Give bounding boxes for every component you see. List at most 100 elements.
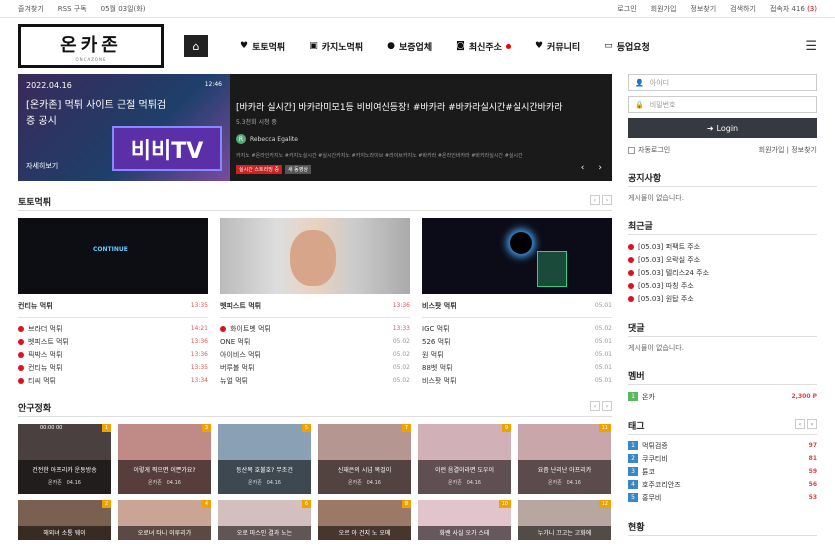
slide-info: [바카라 실시간] 바카라미모1등 비비여신등장! #바카라 #바카라실시간#실… (230, 74, 612, 181)
rss-link[interactable]: RSS 구독 (58, 4, 87, 14)
list-item[interactable]: [05.03] 원탑 주소 (628, 292, 817, 305)
id-field[interactable]: 👤 아이디 (628, 74, 817, 91)
join-link[interactable]: 회원가입 (759, 146, 785, 154)
new-dot (18, 351, 24, 358)
members-header: 멤버 (628, 369, 817, 385)
gallery-item[interactable]: 7 신재은의 시넘 목걸이 온카존 04.16 (318, 424, 411, 494)
gallery-item[interactable]: 11 요즘 난리난 아프리카 온카존 04.16 (518, 424, 611, 494)
camera-icon: ◙ (456, 41, 465, 51)
list-item[interactable]: [05.03] 오락실 주소 (628, 253, 817, 266)
menu-icon[interactable]: ☰ (805, 39, 817, 54)
featured-slider: 2022.04.16 12:46 [온카존] 먹튀 사이트 근절 먹튀검증 공시… (18, 74, 612, 181)
site-logo[interactable]: 온카존 ONCAZONE (18, 24, 164, 68)
list-item[interactable]: 화이트벳 먹튀 13:33 (220, 322, 410, 335)
item-number-badge: 12 (598, 500, 611, 508)
gallery-item[interactable]: 10 화밴 사실 오가 스테 (418, 500, 511, 540)
nav-casino[interactable]: ▣ 카지노먹튀 (297, 40, 375, 53)
card-title[interactable]: 비스팟 먹튀 (422, 301, 457, 311)
new-dot (628, 282, 634, 289)
list-item[interactable]: [05.03] 퍼팩트 주소 (628, 240, 817, 253)
visitor-counter[interactable]: 접속자 416 (3) (770, 4, 817, 14)
list-item[interactable]: 버루볼 먹튀 05.02 (220, 361, 410, 374)
list-item[interactable]: 88벳 먹튀 05.01 (422, 361, 612, 374)
list-item[interactable]: 벳피스트 먹튀 13:36 (18, 335, 208, 348)
new-dot (18, 325, 24, 332)
tag-row[interactable]: 5 홍무비 53 (628, 491, 817, 504)
join-link[interactable]: 회원가입 (651, 4, 677, 14)
gallery-item[interactable]: 5 등산복 호불호? 무조건 온카존 04.16 (218, 424, 311, 494)
find-info-link[interactable]: 정보찾기 (690, 4, 716, 14)
gallery-row: 1 00:00 00 건전한 아프리카 운동방송 온카존 04.16 3 이렇게 찍으면 … (18, 424, 612, 494)
card-thumbnail[interactable] (220, 218, 410, 294)
tag-row[interactable]: 3 튠코 59 (628, 465, 817, 478)
chevron-left-icon[interactable]: ‹ (590, 401, 600, 411)
list-item[interactable]: 526 먹튀 05.01 (422, 335, 612, 348)
list-item[interactable]: 비스팟 먹튀 05.01 (422, 374, 612, 387)
list-item[interactable]: IGC 먹튀 05.02 (422, 322, 612, 335)
toto-card: CONTINUE 컨티뉴 먹튀 13:35 브라더 먹튀 14:21 벳피스트 먹튀… (18, 218, 208, 387)
item-title: 신재은의 시넘 목걸이 (337, 467, 392, 474)
new-dot (628, 269, 634, 276)
list-item[interactable]: 픽박스 먹튀 13:36 (18, 348, 208, 361)
nav-community[interactable]: ♥ 커뮤니티 (523, 40, 592, 53)
chevron-right-icon[interactable]: › (807, 419, 817, 429)
avatar: R (236, 134, 246, 144)
gallery-item[interactable]: 6 오로 마스인 결과 노는 (218, 500, 311, 540)
image-icon: ▣ (309, 41, 318, 51)
login-link[interactable]: 로그인 (617, 4, 636, 14)
list-item[interactable]: 컨티뉴 먹튀 13:35 (18, 361, 208, 374)
item-title: 해외녀 소통 웨이 (43, 530, 86, 537)
card-thumbnail[interactable] (422, 218, 612, 294)
tag-row[interactable]: 4 호주코리안즈 56 (628, 478, 817, 491)
password-field[interactable]: 🔒 비밀번호 (628, 96, 817, 113)
chevron-left-icon[interactable]: ‹ (581, 163, 585, 173)
slide-title[interactable]: [바카라 실시간] 바카라미모1등 비비여신등장! #바카라 #바카라실시간#실… (236, 100, 600, 113)
today-date: 05월 03일(화) (100, 4, 146, 13)
member-row[interactable]: 1 온카 2,300 P (628, 390, 817, 403)
card-title[interactable]: 컨티뉴 먹튀 (18, 301, 53, 311)
slide-thumbnail[interactable]: 2022.04.16 12:46 [온카존] 먹튀 사이트 근절 먹튀검증 공시… (18, 74, 230, 181)
card-thumbnail[interactable]: CONTINUE (18, 218, 208, 294)
search-link[interactable]: 검색하기 (730, 4, 756, 14)
new-dot (628, 295, 634, 302)
chevron-right-icon[interactable]: › (598, 163, 602, 173)
toto-card: 비스팟 먹튀 05.01 IGC 먹튀 05.02 526 먹튀 05.01 원 먹튀… (422, 218, 612, 387)
auto-login-checkbox[interactable]: 자동로그인 (628, 145, 670, 155)
gallery-item[interactable]: 3 이렇게 찍으면 이쁜가요? 온카존 04.16 (118, 424, 211, 494)
chevron-right-icon[interactable]: › (602, 195, 612, 205)
chevron-left-icon[interactable]: ‹ (795, 419, 805, 429)
list-item[interactable]: 브라더 먹튀 14:21 (18, 322, 208, 335)
gallery-item[interactable]: 1 00:00 00 건전한 아프리카 운동방송 온카존 04.16 (18, 424, 111, 494)
home-button[interactable]: ⌂ (184, 35, 208, 57)
slide-more-link[interactable]: 자세히보기 (26, 161, 58, 171)
user-icon: 👤 (635, 78, 644, 87)
chevron-right-icon[interactable]: › (602, 401, 612, 411)
tag-row[interactable]: 1 먹튀검증 97 (628, 439, 817, 452)
list-item[interactable]: 원 먹튀 05.01 (422, 348, 612, 361)
chevron-left-icon[interactable]: ‹ (590, 195, 600, 205)
gallery-item[interactable]: 12 누가니 끄고는 고화에 (518, 500, 611, 540)
bookmark-link[interactable]: 즐겨찾기 (18, 4, 44, 14)
find-info-link[interactable]: 정보찾기 (791, 146, 817, 154)
nav-latest-address[interactable]: ◙ 최신주소 (444, 40, 523, 53)
gallery-item[interactable]: 9 이런 음결이라면 도우이 온카존 04.16 (418, 424, 511, 494)
list-item[interactable]: ONE 먹튀 05.02 (220, 335, 410, 348)
card-title[interactable]: 벳피스트 먹튀 (220, 301, 261, 311)
nav-toto[interactable]: ♥ 토토먹튀 (228, 40, 297, 53)
new-dot (628, 243, 634, 250)
gallery-item[interactable]: 8 오르 아 건지 노 오메 (318, 500, 411, 540)
nav-guarantee[interactable]: ● 보증업체 (375, 40, 444, 53)
tag-row[interactable]: 2 쿠쿠티비 81 (628, 452, 817, 465)
list-item[interactable]: [05.03] 따칭 주소 (628, 279, 817, 292)
login-button[interactable]: ➜ Login (628, 118, 817, 138)
list-item[interactable]: [05.03] 텔리스24 주소 (628, 266, 817, 279)
list-item[interactable]: 티씨 먹튀 13:34 (18, 374, 208, 387)
list-item[interactable]: 아이비스 먹튀 05.02 (220, 348, 410, 361)
nav-level-request[interactable]: ▭ 등업요청 (592, 40, 662, 53)
gallery-item[interactable]: 2 해외녀 소통 웨이 (18, 500, 111, 540)
item-title: 누가니 끄고는 고화에 (537, 530, 592, 537)
list-item[interactable]: 뉴얼 먹튀 05.02 (220, 374, 410, 387)
gallery-item[interactable]: 4 오로녀 타니 이루리가 (118, 500, 211, 540)
item-number-badge: 11 (598, 424, 611, 432)
new-dot (18, 364, 24, 371)
